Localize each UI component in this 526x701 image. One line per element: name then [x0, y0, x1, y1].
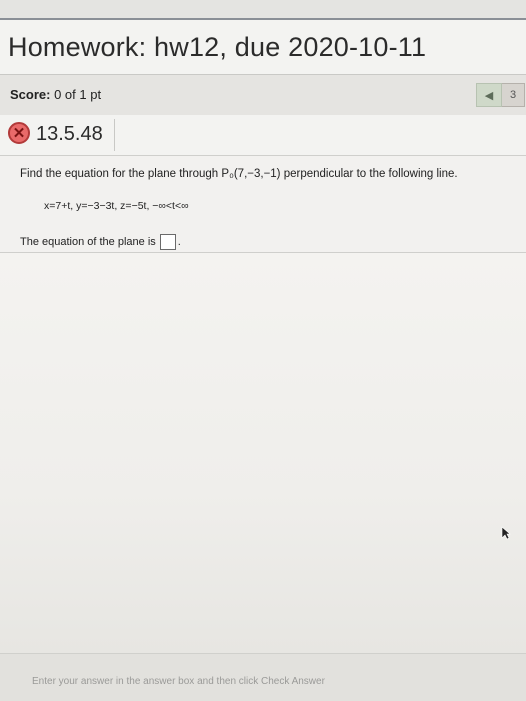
question-prompt: Find the equation for the plane through …	[20, 168, 458, 180]
mouse-cursor-icon	[501, 526, 511, 540]
score-value: 0 of 1 pt	[54, 87, 102, 102]
triangle-left-icon: ◀	[484, 89, 494, 102]
page-title: Homework: hw12, due 2020-10-11	[8, 32, 427, 62]
homework-page: Homework: hw12, due 2020-10-11 Score: 0 …	[0, 0, 526, 701]
divider	[114, 119, 115, 151]
browser-top-strip	[0, 0, 526, 18]
question-number-row: ✕ 13.5.48	[0, 115, 526, 156]
question-navigation: ◀ 3	[476, 83, 526, 107]
footer: Enter your answer in the answer box and …	[0, 653, 526, 701]
wrong-x-icon: ✕	[8, 122, 30, 144]
question-number: 13.5.48	[36, 123, 103, 145]
answer-label: The equation of the plane is	[20, 236, 156, 248]
answer-row: The equation of the plane is .	[20, 234, 181, 250]
score-label: Score:	[10, 87, 51, 102]
answer-input[interactable]	[159, 234, 176, 250]
score-row: Score: 0 of 1 pt ◀ 3	[0, 74, 526, 116]
question-area: Find the equation for the plane through …	[0, 156, 526, 253]
work-area	[0, 253, 526, 653]
question-count[interactable]: 3	[502, 83, 525, 107]
footer-instruction: Enter your answer in the answer box and …	[32, 676, 325, 687]
title-bar: Homework: hw12, due 2020-10-11	[0, 18, 526, 74]
answer-suffix: .	[177, 236, 181, 248]
score-text: Score: 0 of 1 pt	[10, 87, 101, 102]
line-equation: x=7+t, y=−3−3t, z=−5t, −∞<t<∞	[44, 200, 189, 212]
previous-question-button[interactable]: ◀	[476, 83, 502, 107]
